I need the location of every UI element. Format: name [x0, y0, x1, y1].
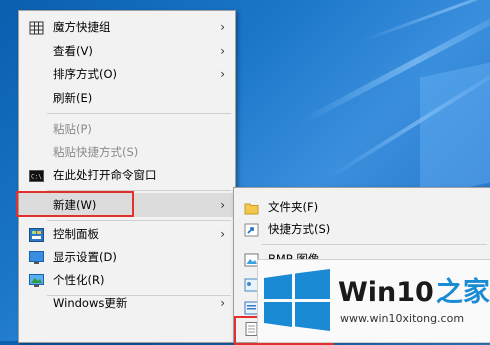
menu-item-personalize[interactable]: 个性化(R) [19, 269, 235, 291]
menu-item-open-cmd[interactable]: C:\ 在此处打开命令窗口 [19, 164, 235, 186]
folder-icon [244, 200, 259, 215]
shortcut-icon [244, 222, 259, 237]
menu-item-label: 查看(V) [53, 44, 93, 58]
chevron-right-icon: › [220, 67, 225, 81]
menu-item-paste-shortcut[interactable]: 粘贴快捷方式(S) [19, 141, 235, 163]
cmd-icon: C:\ [29, 168, 44, 182]
display-icon [29, 250, 44, 264]
watermark-logo: Win10之家 www.win10xitong.com [257, 259, 490, 343]
grid-icon [29, 20, 44, 35]
menu-item-label: 个性化(R) [53, 273, 105, 287]
watermark-brand-suffix: 之家 [435, 277, 490, 308]
menu-item-refresh[interactable]: 刷新(E) [19, 87, 235, 109]
watermark-url: www.win10xitong.com [340, 312, 465, 325]
windows-logo-icon [264, 269, 330, 331]
chevron-right-icon: › [220, 296, 225, 310]
desktop-context-menu: 魔方快捷组 › 查看(V) › 排序方式(O) › 刷新(E) 粘贴(P) 粘贴… [18, 10, 236, 343]
chevron-right-icon: › [220, 227, 225, 241]
svg-text:C:\: C:\ [31, 174, 42, 181]
personalize-icon [29, 273, 44, 287]
submenu-item-label: 文件夹(F) [268, 200, 319, 214]
desktop-window-pane [420, 62, 490, 198]
menu-item-mofang-group[interactable]: 魔方快捷组 › [19, 16, 235, 38]
new-item-highlight-box [16, 191, 134, 217]
control-panel-icon [29, 227, 44, 242]
menu-item-label: 粘贴快捷方式(S) [53, 145, 139, 159]
menu-item-label: 排序方式(O) [53, 67, 118, 81]
menu-item-display-settings[interactable]: 显示设置(D) [19, 246, 235, 268]
menu-item-label: Windows更新 [53, 296, 128, 310]
menu-item-label: 控制面板 [53, 227, 99, 241]
menu-item-paste[interactable]: 粘贴(P) [19, 118, 235, 140]
chevron-right-icon: › [220, 20, 225, 34]
menu-item-label: 刷新(E) [53, 91, 93, 105]
submenu-item-label: 快捷方式(S) [268, 222, 331, 236]
watermark-brand-name: Win10 [338, 277, 434, 308]
menu-separator [47, 220, 231, 221]
menu-item-view[interactable]: 查看(V) › [19, 40, 235, 62]
chevron-right-icon: › [220, 198, 225, 212]
menu-item-label: 魔方快捷组 [53, 20, 111, 34]
menu-item-label: 在此处打开命令窗口 [53, 168, 157, 182]
menu-item-windows-update[interactable]: Windows更新 › [19, 292, 235, 314]
chevron-right-icon: › [220, 44, 225, 58]
menu-item-sort[interactable]: 排序方式(O) › [19, 63, 235, 85]
menu-separator [262, 244, 487, 245]
menu-item-label: 显示设置(D) [53, 250, 117, 264]
submenu-item-folder[interactable]: 文件夹(F) [234, 196, 490, 218]
desktop-light-ray [359, 0, 490, 43]
menu-item-label: 粘贴(P) [53, 122, 92, 136]
menu-separator [47, 113, 231, 114]
submenu-item-shortcut[interactable]: 快捷方式(S) [234, 218, 490, 240]
menu-item-control-panel[interactable]: 控制面板 › [19, 223, 235, 245]
watermark-brand: Win10之家 [338, 270, 490, 309]
